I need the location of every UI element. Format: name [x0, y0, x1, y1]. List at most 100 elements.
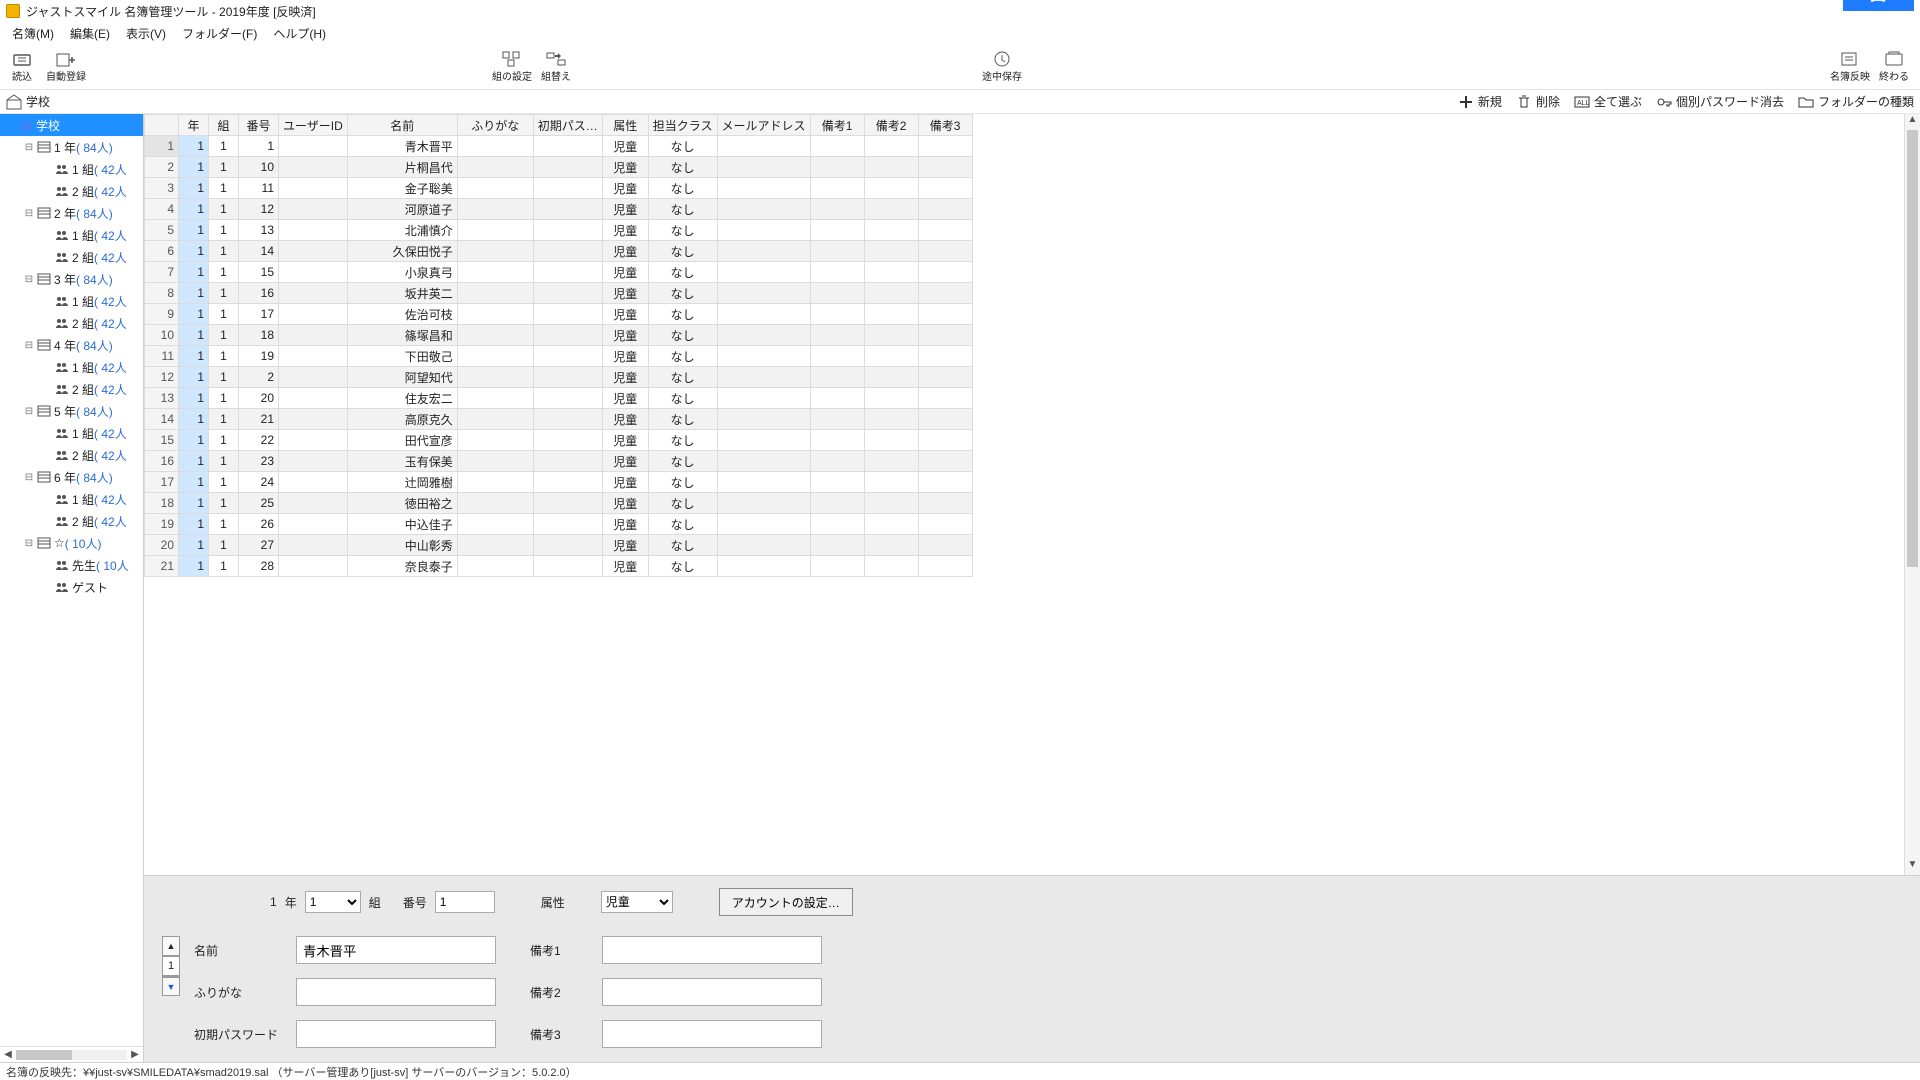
- attr-select[interactable]: 児童: [601, 891, 673, 913]
- tree-node[interactable]: 2 組 ( 42人: [0, 444, 143, 466]
- table-row[interactable]: 21110片桐昌代児童なし: [145, 157, 973, 178]
- read-button[interactable]: 読込: [0, 44, 44, 89]
- tree-node[interactable]: ⊟☆ ( 10人): [0, 532, 143, 554]
- col-attr[interactable]: 属性: [602, 115, 648, 136]
- tree-node[interactable]: 1 組 ( 42人: [0, 158, 143, 180]
- midsave-button[interactable]: 途中保存: [980, 44, 1024, 89]
- tree-hscrollbar[interactable]: ◀ ▶: [0, 1046, 143, 1062]
- col-mail[interactable]: メールアドレス: [717, 115, 810, 136]
- table-row[interactable]: 1111青木晋平児童なし: [145, 136, 973, 157]
- tree-node[interactable]: 1 組 ( 42人: [0, 488, 143, 510]
- table-row[interactable]: 71115小泉真弓児童なし: [145, 262, 973, 283]
- scroll-up-icon[interactable]: ▲: [1905, 114, 1920, 130]
- tree-node[interactable]: ⊟1 年 ( 84人): [0, 136, 143, 158]
- remark3-input[interactable]: [602, 1020, 822, 1048]
- scroll-left-icon[interactable]: ◀: [0, 1049, 16, 1060]
- table-row[interactable]: 91117佐治可枝児童なし: [145, 304, 973, 325]
- table-row[interactable]: 51113北浦慎介児童なし: [145, 220, 973, 241]
- tree-node[interactable]: ⊟2 年 ( 84人): [0, 202, 143, 224]
- tree-node[interactable]: ⊟3 年 ( 84人): [0, 268, 143, 290]
- tree-toggle-icon[interactable]: ⊟: [22, 142, 36, 153]
- table-row[interactable]: 181125徳田裕之児童なし: [145, 493, 973, 514]
- tree-node[interactable]: 1 組 ( 42人: [0, 290, 143, 312]
- remark1-input[interactable]: [602, 936, 822, 964]
- bango-input[interactable]: [435, 891, 495, 913]
- table-row[interactable]: 191126中込佳子児童なし: [145, 514, 973, 535]
- chevron-up-icon[interactable]: ▲: [163, 937, 179, 955]
- table-row[interactable]: 31111金子聡美児童なし: [145, 178, 973, 199]
- password-input[interactable]: [296, 1020, 496, 1048]
- name-input[interactable]: [296, 936, 496, 964]
- class-settings-button[interactable]: 組の設定: [490, 44, 534, 89]
- col-rownum[interactable]: [145, 115, 179, 136]
- table-row[interactable]: 151122田代宣彦児童なし: [145, 430, 973, 451]
- table-row[interactable]: 161123玉有保美児童なし: [145, 451, 973, 472]
- tree-node[interactable]: 2 組 ( 42人: [0, 180, 143, 202]
- tree-node[interactable]: 学校: [0, 114, 143, 136]
- menu-item-4[interactable]: ヘルプ(H): [265, 23, 334, 44]
- menu-item-3[interactable]: フォルダー(F): [174, 23, 265, 44]
- table-row[interactable]: 101118篠塚昌和児童なし: [145, 325, 973, 346]
- grid-vscrollbar[interactable]: ▲ ▼: [1904, 114, 1920, 875]
- close-button[interactable]: 終わる: [1872, 44, 1916, 89]
- col-b3[interactable]: 備考3: [918, 115, 972, 136]
- tree-toggle-icon[interactable]: ⊟: [22, 208, 36, 219]
- folder-types-button[interactable]: フォルダーの種類: [1798, 93, 1914, 110]
- table-row[interactable]: 201127中山彰秀児童なし: [145, 535, 973, 556]
- menu-item-0[interactable]: 名簿(M): [4, 23, 62, 44]
- tree-toggle-icon[interactable]: ⊟: [22, 406, 36, 417]
- reflect-roster-button[interactable]: 名簿反映: [1828, 44, 1872, 89]
- index-stepper[interactable]: ▲: [162, 936, 180, 956]
- col-userid[interactable]: ユーザーID: [279, 115, 348, 136]
- account-settings-button[interactable]: アカウントの設定…: [719, 888, 853, 916]
- tree-node[interactable]: 1 組 ( 42人: [0, 356, 143, 378]
- table-row[interactable]: 111119下田敬己児童なし: [145, 346, 973, 367]
- tree-node[interactable]: 2 組 ( 42人: [0, 246, 143, 268]
- tree-node[interactable]: 2 組 ( 42人: [0, 378, 143, 400]
- kumi-select[interactable]: 1: [305, 891, 361, 913]
- tree-node[interactable]: ⊟5 年 ( 84人): [0, 400, 143, 422]
- table-row[interactable]: 211128奈良泰子児童なし: [145, 556, 973, 577]
- tree-toggle-icon[interactable]: ⊟: [22, 538, 36, 549]
- select-all-button[interactable]: ALL全て選ぶ: [1574, 93, 1642, 110]
- roster-table[interactable]: 年組番号ユーザーID名前ふりがな初期パス…属性担当クラスメールアドレス備考1備考…: [144, 114, 973, 577]
- tree-toggle-icon[interactable]: ⊟: [22, 340, 36, 351]
- table-row[interactable]: 131120住友宏二児童なし: [145, 388, 973, 409]
- col-bango[interactable]: 番号: [239, 115, 279, 136]
- col-b1[interactable]: 備考1: [810, 115, 864, 136]
- index-stepper-dn[interactable]: ▼: [162, 976, 180, 996]
- table-row[interactable]: 141121高原克久児童なし: [145, 409, 973, 430]
- menu-item-1[interactable]: 編集(E): [62, 23, 118, 44]
- col-tcls[interactable]: 担当クラス: [648, 115, 717, 136]
- col-b2[interactable]: 備考2: [864, 115, 918, 136]
- tree-node[interactable]: 先生 ( 10人: [0, 554, 143, 576]
- class-swap-button[interactable]: 組替え: [534, 44, 578, 89]
- tree-node[interactable]: ゲスト: [0, 576, 143, 598]
- clear-password-button[interactable]: 個別パスワード消去: [1656, 93, 1784, 110]
- tree-node[interactable]: 1 組 ( 42人: [0, 224, 143, 246]
- delete-button[interactable]: 削除: [1516, 93, 1560, 110]
- tree-node[interactable]: 1 組 ( 42人: [0, 422, 143, 444]
- col-nen[interactable]: 年: [179, 115, 209, 136]
- new-button[interactable]: 新規: [1458, 93, 1502, 110]
- tree-node[interactable]: ⊟6 年 ( 84人): [0, 466, 143, 488]
- auto-register-button[interactable]: 自動登録: [44, 44, 88, 89]
- table-row[interactable]: 171124辻岡雅樹児童なし: [145, 472, 973, 493]
- tree-toggle-icon[interactable]: ⊟: [22, 472, 36, 483]
- scroll-right-icon[interactable]: ▶: [127, 1049, 143, 1060]
- tree-node[interactable]: 2 組 ( 42人: [0, 312, 143, 334]
- col-pw[interactable]: 初期パス…: [533, 115, 602, 136]
- col-furi[interactable]: ふりがな: [457, 115, 533, 136]
- table-row[interactable]: 41112河原道子児童なし: [145, 199, 973, 220]
- chevron-down-icon[interactable]: ▼: [163, 977, 179, 995]
- table-row[interactable]: 61114久保田悦子児童なし: [145, 241, 973, 262]
- table-row[interactable]: 81116坂井英二児童なし: [145, 283, 973, 304]
- scroll-down-icon[interactable]: ▼: [1905, 859, 1920, 875]
- remark2-input[interactable]: [602, 978, 822, 1006]
- breadcrumb-root[interactable]: 学校: [26, 93, 50, 110]
- menu-item-2[interactable]: 表示(V): [118, 23, 174, 44]
- tree[interactable]: 学校 ⊟1 年 ( 84人)1 組 ( 42人2 組 ( 42人⊟2 年 ( 8…: [0, 114, 143, 1046]
- tree-node[interactable]: ⊟4 年 ( 84人): [0, 334, 143, 356]
- furigana-input[interactable]: [296, 978, 496, 1006]
- grid-wrap[interactable]: 年組番号ユーザーID名前ふりがな初期パス…属性担当クラスメールアドレス備考1備考…: [144, 114, 1904, 875]
